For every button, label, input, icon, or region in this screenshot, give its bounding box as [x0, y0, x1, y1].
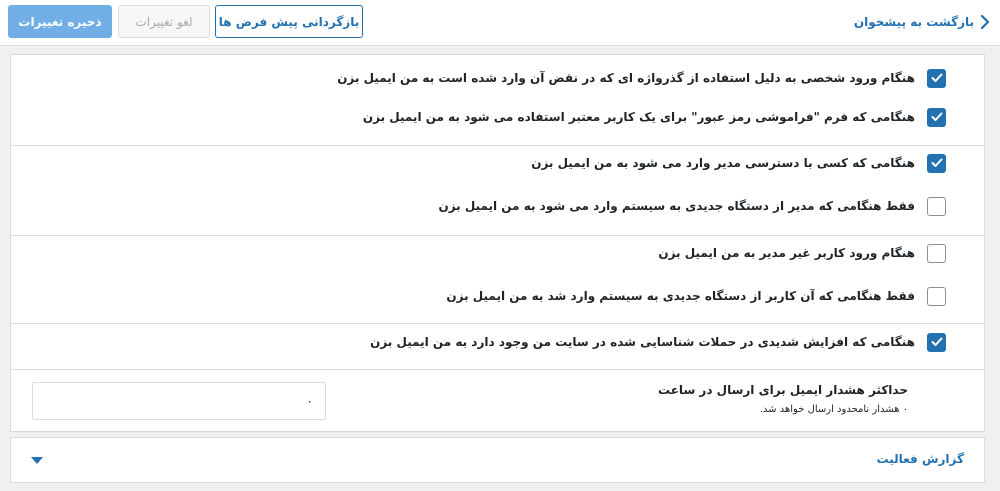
notification-option[interactable]: هنگامی که فرم "فراموشی رمز عبور" برای یک… — [11, 102, 984, 132]
notification-checkbox[interactable] — [927, 107, 946, 127]
notification-label: هنگامی که فرم "فراموشی رمز عبور" برای یک… — [362, 110, 915, 124]
notification-checkbox[interactable] — [927, 153, 946, 173]
back-link-label: بازگشت به پیشخوان — [853, 15, 974, 29]
check-icon — [931, 158, 942, 167]
activity-log-section[interactable]: گزارش فعالیت — [10, 437, 985, 483]
save-changes-button[interactable]: ذخیره تغییرات — [8, 5, 112, 38]
notification-checkbox[interactable] — [927, 68, 946, 88]
notification-checkbox[interactable] — [927, 196, 946, 216]
caret-down-icon[interactable] — [31, 457, 43, 465]
email-limit-input[interactable] — [32, 382, 326, 420]
notification-settings-card: هنگام ورود شخصی به دلیل استفاده از گذروا… — [10, 54, 985, 432]
notification-option[interactable]: فقط هنگامی که مدیر از دستگاه جدیدی به سی… — [11, 191, 984, 221]
notification-checkbox[interactable] — [927, 286, 946, 306]
top-toolbar: بازگشت به پیشخوان بازگردانی پیش فرض ها ل… — [0, 0, 1000, 46]
notification-label: هنگام ورود شخصی به دلیل استفاده از گذروا… — [337, 71, 915, 85]
notification-label: فقط هنگامی که آن کاربر از دستگاه جدیدی ب… — [446, 289, 915, 303]
back-to-dashboard-link[interactable]: بازگشت به پیشخوان — [854, 9, 990, 35]
email-limit-help: ۰ هشدار نامحدود ارسال خواهد شد. — [759, 404, 908, 415]
reset-defaults-button[interactable]: بازگردانی پیش فرض ها — [215, 5, 363, 38]
email-limit-title: حداکثر هشدار ایمیل برای ارسال در ساعت — [658, 383, 908, 397]
chevron-right-icon — [980, 14, 990, 30]
activity-log-title: گزارش فعالیت — [876, 452, 964, 466]
check-icon — [931, 337, 942, 346]
check-icon — [931, 112, 942, 121]
notification-option[interactable]: هنگامی که کسی با دسترسی مدیر وارد می شود… — [11, 148, 984, 178]
notification-checkbox[interactable] — [927, 332, 946, 352]
notification-option[interactable]: هنگام ورود کاربر غیر مدیر به من ایمیل بز… — [11, 238, 984, 268]
notification-label: فقط هنگامی که مدیر از دستگاه جدیدی به سی… — [438, 199, 915, 213]
cancel-changes-button[interactable]: لغو تغییرات — [118, 5, 210, 38]
divider — [11, 145, 984, 146]
notification-label: هنگامی که کسی با دسترسی مدیر وارد می شود… — [531, 156, 915, 170]
check-icon — [931, 73, 942, 82]
notification-option[interactable]: هنگام ورود شخصی به دلیل استفاده از گذروا… — [11, 63, 984, 93]
divider — [11, 235, 984, 236]
notification-label: هنگام ورود کاربر غیر مدیر به من ایمیل بز… — [658, 246, 915, 260]
notification-checkbox[interactable] — [927, 243, 946, 263]
notification-option[interactable]: فقط هنگامی که آن کاربر از دستگاه جدیدی ب… — [11, 281, 984, 311]
divider — [11, 369, 984, 370]
divider — [11, 323, 984, 324]
notification-label: هنگامی که افزایش شدیدی در حملات شناسایی … — [370, 335, 915, 349]
notification-option[interactable]: هنگامی که افزایش شدیدی در حملات شناسایی … — [11, 327, 984, 357]
